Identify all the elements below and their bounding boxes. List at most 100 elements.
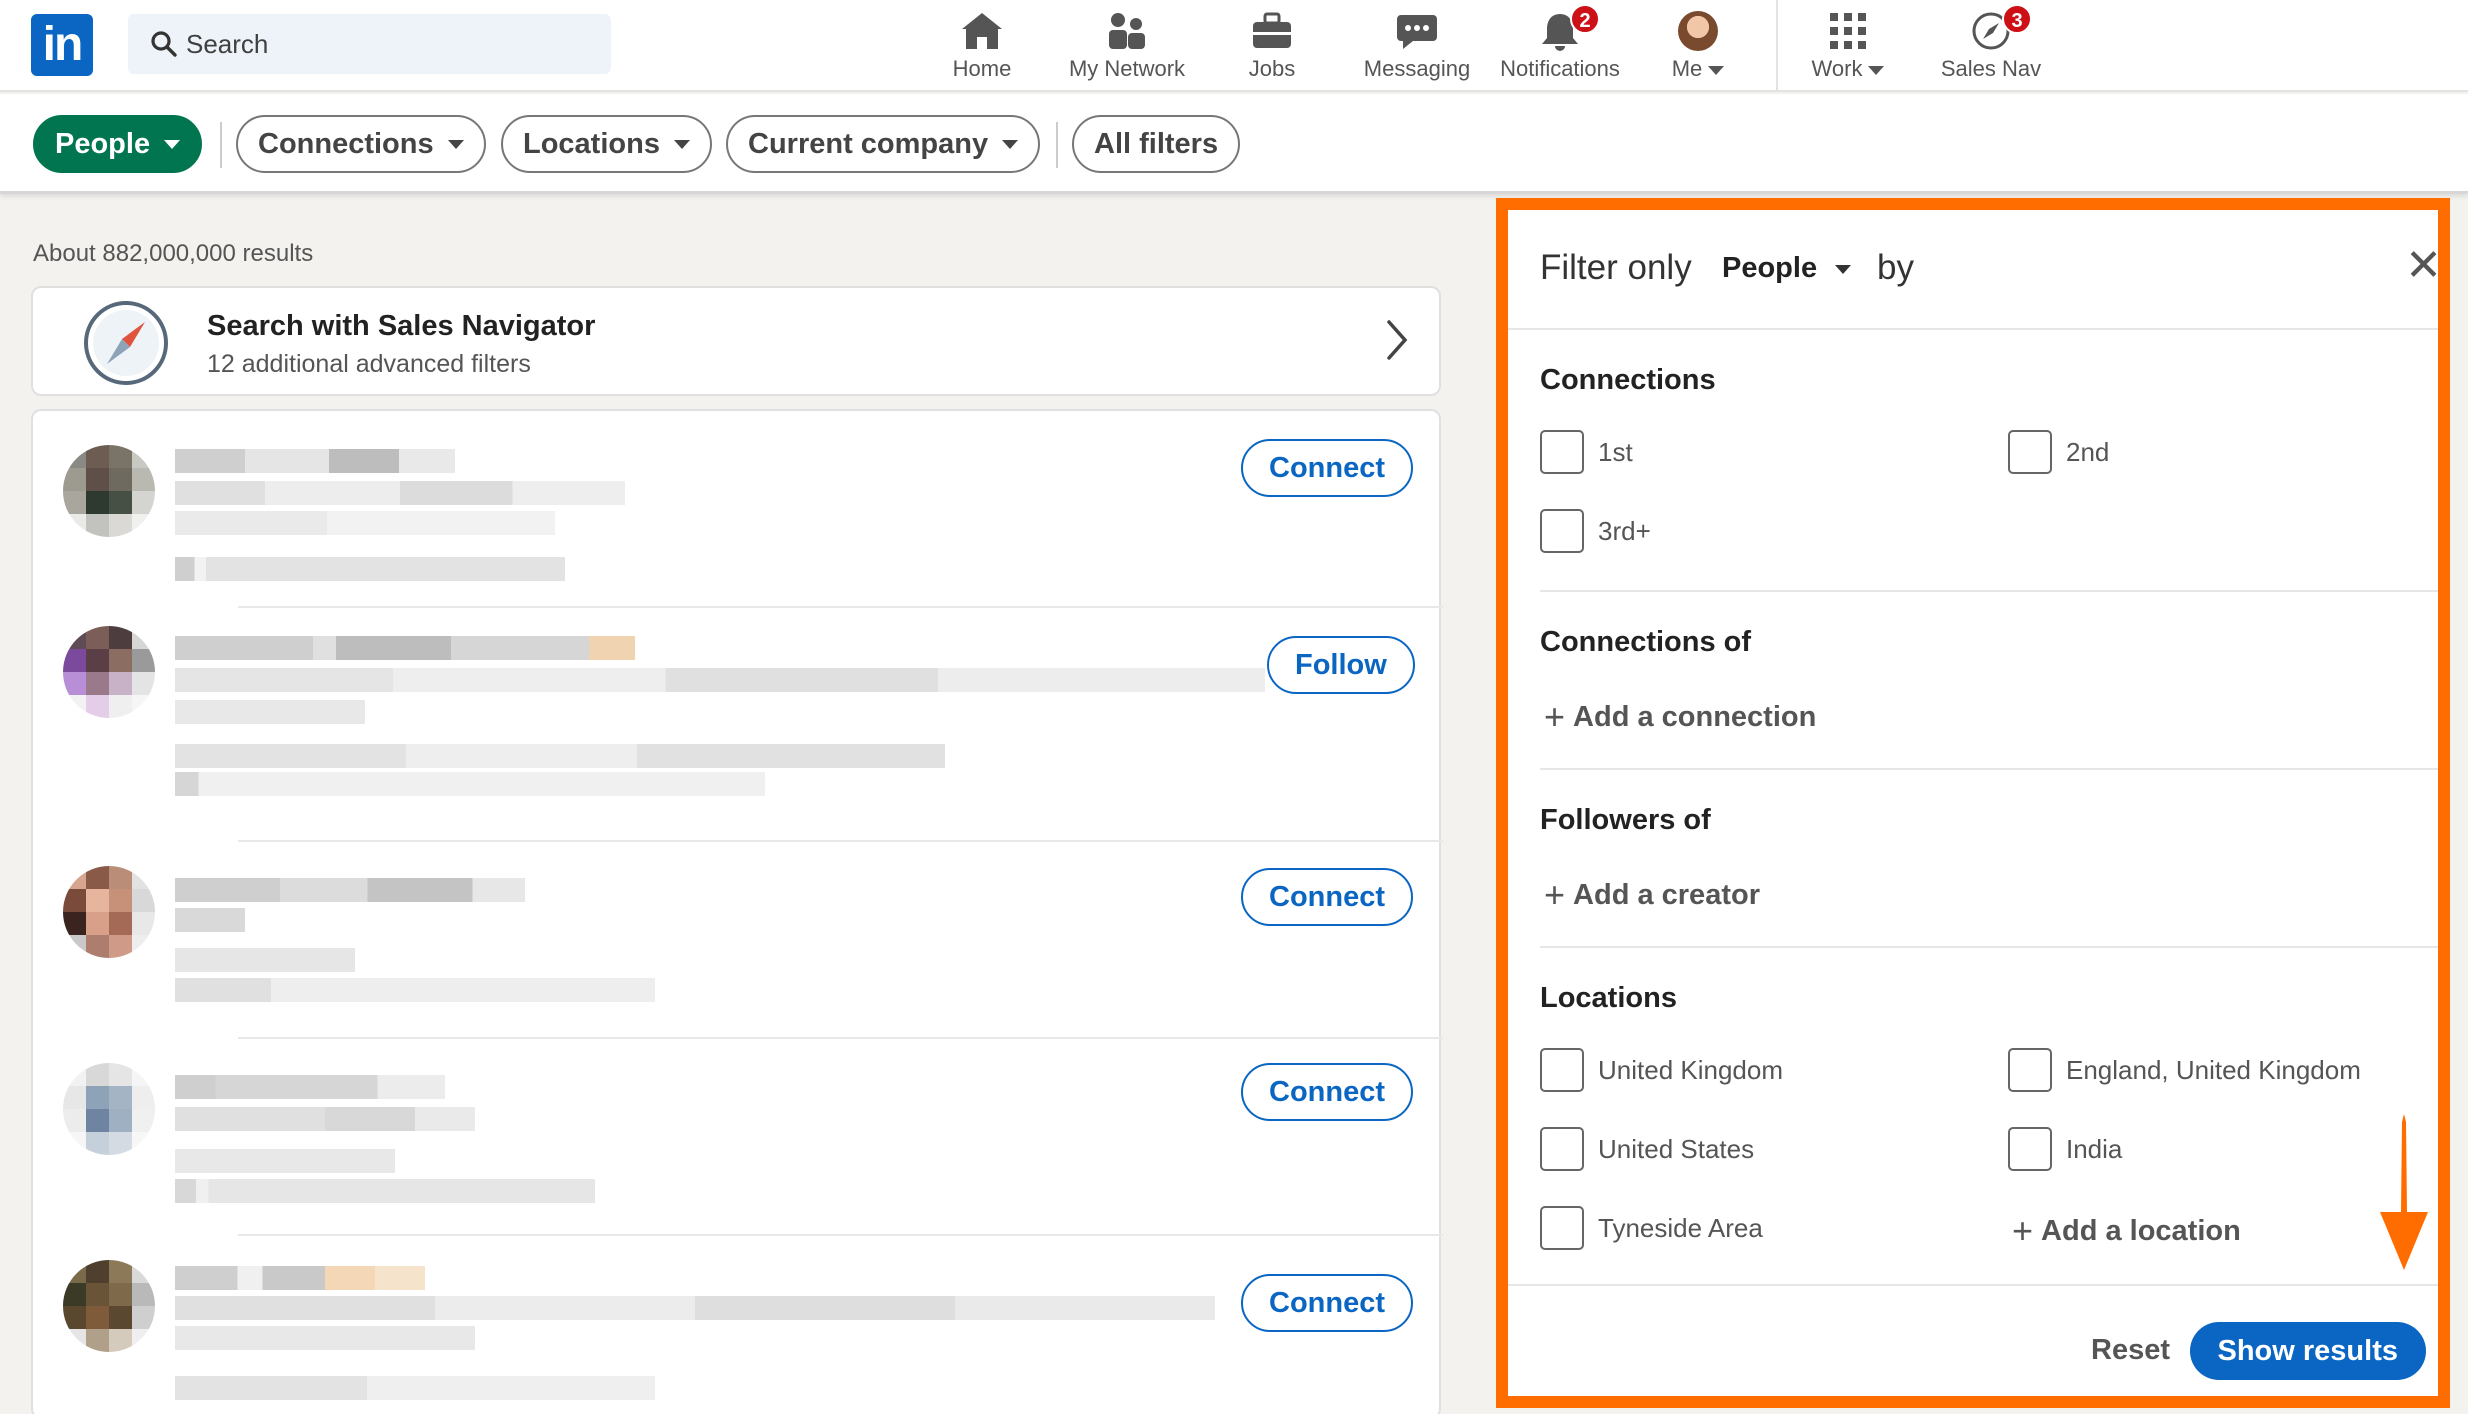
- checkbox-box[interactable]: [1540, 1206, 1584, 1250]
- chevron-right-icon: [1387, 320, 1408, 360]
- filter-locations-button[interactable]: Locations: [501, 115, 712, 173]
- connect-button[interactable]: Connect: [1241, 1063, 1413, 1121]
- chevron-down-icon: [673, 139, 690, 149]
- grid-icon: [1830, 13, 1866, 49]
- results-count: About 882,000,000 results: [33, 240, 314, 267]
- connections-of-section-title: Connections of: [1540, 626, 1752, 658]
- checkbox-box[interactable]: [1540, 430, 1584, 474]
- blurred-name: [175, 636, 635, 660]
- network-icon: [1109, 13, 1145, 49]
- blurred-location: [175, 557, 565, 581]
- checkbox-2nd-label: 2nd: [2066, 436, 2110, 467]
- connect-button[interactable]: Connect: [1241, 1274, 1413, 1332]
- search-input[interactable]: [178, 14, 598, 74]
- nav-work[interactable]: Work: [1800, 8, 1896, 84]
- by-label: by: [1877, 248, 1914, 287]
- search-icon: [151, 31, 177, 57]
- all-filters-button[interactable]: All filters: [1072, 115, 1241, 173]
- nav-notifications[interactable]: 2 Notifications: [1494, 4, 1626, 84]
- results-list: Connect Follow Connect Connect Connect: [31, 409, 1443, 1414]
- locations-section-title: Locations: [1540, 982, 1677, 1014]
- filter-panel-footer: Reset Show results: [1508, 1284, 2438, 1396]
- briefcase-icon: [1253, 12, 1291, 48]
- nav-my-network-label: My Network: [1068, 56, 1186, 81]
- checkbox-united-kingdom-label: United Kingdom: [1598, 1054, 1783, 1085]
- checkbox-united-states[interactable]: United States: [1540, 1127, 1754, 1171]
- result-row[interactable]: Connect: [33, 1236, 1443, 1414]
- add-location-link[interactable]: + Add a location: [2012, 1210, 2241, 1252]
- connect-button[interactable]: Connect: [1241, 868, 1413, 926]
- avatar: [1678, 11, 1718, 51]
- checkbox-1st[interactable]: 1st: [1540, 430, 1633, 474]
- checkbox-box[interactable]: [1540, 1048, 1584, 1092]
- nav-notifications-label: Notifications: [1500, 56, 1620, 81]
- home-icon: [962, 13, 1002, 49]
- nav-sales-nav[interactable]: 3 Sales Nav: [1934, 4, 2048, 84]
- avatar: [63, 626, 155, 718]
- sales-navigator-title: Search with Sales Navigator: [207, 310, 596, 342]
- blurred-headline: [175, 1296, 1215, 1320]
- nav-me[interactable]: Me: [1660, 8, 1736, 84]
- checkbox-box[interactable]: [2008, 1048, 2052, 1092]
- blurred-name: [175, 878, 525, 902]
- checkbox-tyneside-area[interactable]: Tyneside Area: [1540, 1206, 1763, 1250]
- search-bar[interactable]: [128, 14, 611, 74]
- checkbox-2nd[interactable]: 2nd: [2008, 430, 2109, 474]
- blurred-location: [175, 744, 945, 768]
- result-row[interactable]: Follow: [33, 608, 1443, 842]
- nav-jobs-label: Jobs: [1248, 56, 1296, 81]
- checkbox-box[interactable]: [1540, 1127, 1584, 1171]
- checkbox-united-kingdom[interactable]: United Kingdom: [1540, 1048, 1783, 1092]
- checkbox-box[interactable]: [1540, 509, 1584, 553]
- filter-people-button[interactable]: People: [33, 115, 203, 173]
- avatar: [63, 1063, 155, 1155]
- checkbox-england-united-kingdom[interactable]: England, United Kingdom: [2008, 1048, 2361, 1092]
- connect-button[interactable]: Connect: [1241, 439, 1413, 497]
- add-connection-link[interactable]: + Add a connection: [1544, 696, 1816, 738]
- avatar: [63, 1260, 155, 1352]
- add-location-label: Add a location: [2041, 1215, 2241, 1247]
- result-row[interactable]: Connect: [33, 411, 1443, 608]
- plus-icon: +: [1544, 696, 1566, 737]
- filter-current-company-button[interactable]: Current company: [726, 115, 1041, 173]
- nav-me-label: Me: [1671, 56, 1703, 81]
- add-creator-label: Add a creator: [1573, 879, 1760, 911]
- compass-icon: [84, 301, 168, 385]
- checkbox-3rd-plus[interactable]: 3rd+: [1540, 509, 1651, 553]
- checkbox-tyneside-area-label: Tyneside Area: [1598, 1212, 1763, 1243]
- close-icon[interactable]: ✕: [2405, 244, 2438, 288]
- follow-button[interactable]: Follow: [1267, 636, 1415, 694]
- blurred-headline: [175, 700, 365, 724]
- checkbox-india[interactable]: India: [2008, 1127, 2122, 1171]
- sales-navigator-subtitle: 12 additional advanced filters: [207, 350, 531, 378]
- plus-icon: +: [1544, 874, 1566, 915]
- reset-button[interactable]: Reset: [2091, 1334, 2170, 1367]
- nav-home-label: Home: [952, 56, 1012, 81]
- search-filter-bar: People Connections Locations Current com…: [0, 94, 2468, 194]
- result-row[interactable]: Connect: [33, 842, 1443, 1039]
- filter-divider: [220, 122, 222, 168]
- checkbox-3rd-plus-label: 3rd+: [1598, 515, 1651, 546]
- section-divider: [1540, 768, 2438, 770]
- nav-home[interactable]: Home: [940, 8, 1024, 84]
- blurred-headline: [175, 1149, 395, 1173]
- show-results-button[interactable]: Show results: [2189, 1322, 2426, 1380]
- nav-my-network[interactable]: My Network: [1062, 8, 1192, 84]
- all-filters-label: All filters: [1094, 127, 1219, 160]
- filter-connections-button[interactable]: Connections: [236, 115, 486, 173]
- sales-navigator-card[interactable]: Search with Sales Navigator 12 additiona…: [31, 286, 1441, 396]
- checkbox-box[interactable]: [2008, 1127, 2052, 1171]
- chevron-down-icon: [1002, 139, 1019, 149]
- blurred-name: [175, 1266, 425, 1290]
- checkbox-1st-label: 1st: [1598, 436, 1633, 467]
- checkbox-box[interactable]: [2008, 430, 2052, 474]
- add-creator-link[interactable]: + Add a creator: [1544, 874, 1760, 916]
- nav-jobs[interactable]: Jobs: [1230, 8, 1314, 84]
- result-type-dropdown[interactable]: People: [1722, 252, 1852, 285]
- result-row[interactable]: Connect: [33, 1039, 1443, 1236]
- connections-section-title: Connections: [1540, 364, 1716, 396]
- nav-divider: [1776, 0, 1778, 92]
- nav-messaging[interactable]: Messaging: [1356, 8, 1478, 84]
- blurred-location: [175, 1179, 595, 1203]
- linkedin-logo[interactable]: in: [31, 14, 93, 76]
